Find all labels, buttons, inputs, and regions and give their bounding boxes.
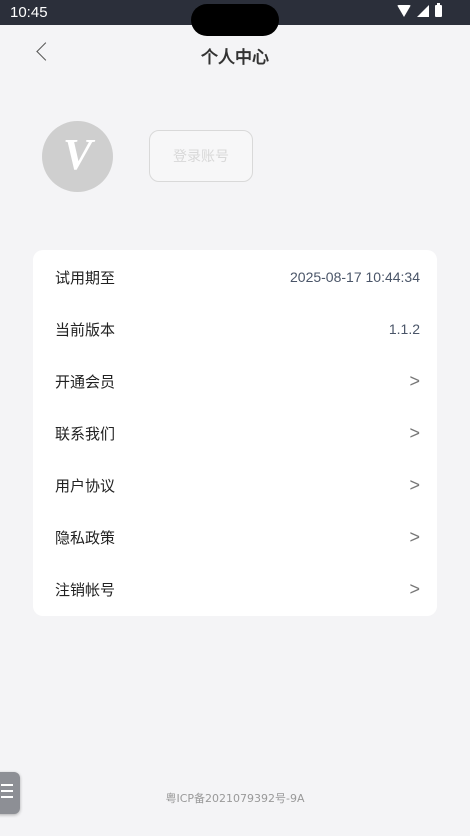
icp-footer: 粤ICP备2021079392号-9A: [165, 792, 305, 805]
login-button[interactable]: 登录账号: [149, 130, 253, 182]
row-label: 当前版本: [55, 320, 116, 339]
page-title: 个人中心: [201, 48, 269, 68]
chevron-right-icon: >: [409, 474, 420, 495]
trial-expiry-value: 2025-08-17 10:44:34: [290, 269, 420, 285]
row-trial-expiry: 试用期至 2025-08-17 10:44:34: [33, 251, 437, 303]
avatar[interactable]: V: [42, 121, 113, 192]
chevron-right-icon: >: [409, 370, 420, 391]
chevron-right-icon: >: [409, 526, 420, 547]
row-membership[interactable]: 开通会员 >: [33, 355, 437, 407]
row-label: 开通会员: [55, 372, 116, 391]
row-current-version: 当前版本 1.1.2: [33, 303, 437, 355]
row-label: 注销帐号: [55, 580, 116, 599]
row-label: 试用期至: [55, 268, 116, 287]
header: 个人中心: [0, 25, 470, 85]
version-value: 1.1.2: [388, 321, 420, 337]
row-label: 联系我们: [55, 424, 116, 443]
status-bar: 10:45: [0, 0, 470, 36]
wifi-icon: [397, 5, 411, 17]
settings-card: 试用期至 2025-08-17 10:44:34 当前版本 1.1.2 开通会员…: [33, 250, 437, 616]
row-contact-us[interactable]: 联系我们 >: [33, 407, 437, 459]
row-privacy-policy[interactable]: 隐私政策 >: [33, 511, 437, 563]
chevron-right-icon: >: [409, 422, 420, 443]
avatar-logo-letter: V: [62, 130, 93, 179]
chevron-right-icon: >: [409, 578, 420, 599]
row-user-agreement[interactable]: 用户协议 >: [33, 459, 437, 511]
signal-icon: [417, 5, 429, 17]
status-icons: [397, 3, 442, 17]
status-time: 10:45: [10, 4, 48, 21]
battery-icon: [435, 3, 442, 17]
row-label: 隐私政策: [55, 528, 116, 547]
row-label: 用户协议: [55, 476, 116, 495]
row-delete-account[interactable]: 注销帐号 >: [33, 563, 437, 615]
